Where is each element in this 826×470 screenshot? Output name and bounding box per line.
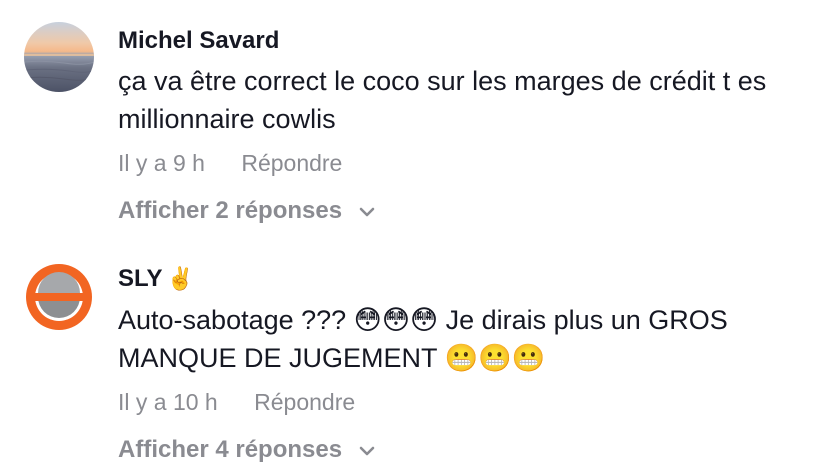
view-replies-label: Afficher 4 réponses: [118, 436, 343, 463]
avatar[interactable]: [24, 262, 94, 332]
victory-hand-icon: ✌️: [166, 267, 194, 292]
timestamp: Il y a 9 h: [118, 150, 205, 176]
reply-button[interactable]: Répondre: [254, 389, 355, 415]
chevron-down-icon: [359, 195, 375, 225]
username[interactable]: SLY ✌️: [118, 264, 806, 295]
username-label: SLY: [118, 265, 163, 292]
timestamp: Il y a 10 h: [118, 389, 218, 415]
view-replies-label: Afficher 2 réponses: [118, 197, 343, 224]
view-replies-button[interactable]: Afficher 2 réponses: [118, 196, 375, 227]
comment-body: Michel Savard ça va être correct le coco…: [118, 26, 806, 227]
comment-text: ça va être correct le coco sur les marge…: [118, 66, 767, 134]
comment-text: Auto-sabotage ??? 😳😳😳 Je dirais plus un …: [118, 305, 728, 373]
comment-meta: Il y a 9 h Répondre: [118, 148, 806, 178]
chevron-down-icon: [359, 434, 375, 464]
comment-meta: Il y a 10 h Répondre: [118, 387, 806, 417]
comment-body: SLY ✌️ Auto-sabotage ??? 😳😳😳 Je dirais pl…: [118, 264, 806, 466]
orange-logo-avatar-image: [24, 262, 94, 332]
avatar[interactable]: [24, 22, 94, 92]
username[interactable]: Michel Savard: [118, 26, 806, 56]
username-label: Michel Savard: [118, 27, 280, 54]
reply-button[interactable]: Répondre: [241, 150, 342, 176]
sunset-sea-avatar-image: [24, 22, 94, 92]
view-replies-button[interactable]: Afficher 4 réponses: [118, 435, 375, 466]
